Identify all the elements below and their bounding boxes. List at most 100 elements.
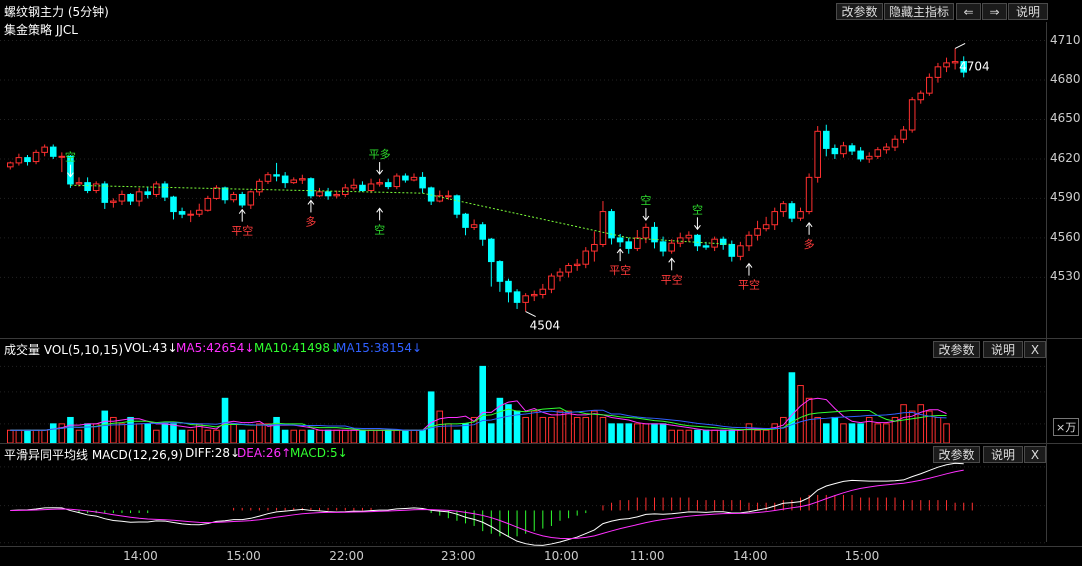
candle[interactable] [135, 191, 143, 202]
candle[interactable] [805, 176, 813, 213]
candle[interactable] [445, 195, 452, 198]
volume-bar[interactable] [32, 429, 40, 443]
candle[interactable] [281, 175, 289, 184]
volume-bar[interactable] [659, 423, 667, 443]
candle[interactable] [290, 179, 298, 184]
candle[interactable] [599, 211, 607, 245]
volume-bar[interactable] [153, 429, 160, 443]
volume-bar[interactable] [256, 423, 263, 443]
candle[interactable] [771, 211, 779, 226]
volume-bar[interactable] [221, 397, 229, 443]
candle[interactable] [565, 265, 572, 273]
volume-bar[interactable] [513, 410, 521, 443]
volume-bar[interactable] [316, 429, 323, 443]
volume-bar[interactable] [479, 365, 486, 443]
candle[interactable] [15, 157, 23, 164]
candle[interactable] [857, 150, 864, 160]
candle[interactable] [58, 155, 66, 158]
help-button[interactable]: 说明 [1008, 3, 1048, 20]
volume-bar[interactable] [754, 429, 761, 443]
candle[interactable] [616, 237, 624, 243]
volume-bar[interactable] [582, 416, 590, 443]
candle[interactable] [462, 213, 469, 228]
volume-bar[interactable] [350, 429, 358, 443]
volume-bar[interactable] [299, 429, 306, 443]
volume-bar[interactable] [24, 429, 31, 443]
volume-bar[interactable] [290, 429, 298, 443]
volume-bar[interactable] [943, 423, 950, 443]
candle[interactable] [376, 182, 383, 185]
candle[interactable] [934, 66, 942, 78]
candle[interactable] [522, 295, 529, 303]
volume-bar[interactable] [462, 423, 469, 443]
volume-bar[interactable] [376, 429, 383, 443]
candle[interactable] [273, 174, 280, 177]
candle[interactable] [797, 211, 804, 219]
volume-bar[interactable] [634, 423, 641, 443]
candle[interactable] [676, 237, 684, 244]
volume-bar[interactable] [934, 416, 942, 443]
volume-bar[interactable] [75, 429, 83, 443]
volume-bar[interactable] [548, 416, 555, 443]
candle[interactable] [530, 293, 538, 297]
candle[interactable] [393, 175, 401, 188]
volume-bar[interactable] [857, 423, 864, 443]
volume-bar[interactable] [694, 429, 701, 443]
candle[interactable] [419, 176, 426, 189]
candle[interactable] [307, 178, 315, 197]
volume-bar[interactable] [505, 404, 512, 443]
volume-bar[interactable] [900, 404, 907, 443]
volume-bar[interactable] [135, 423, 143, 443]
candle[interactable] [118, 193, 126, 202]
volume-bar[interactable] [651, 423, 658, 443]
candle[interactable] [238, 193, 246, 206]
candle[interactable] [642, 226, 650, 239]
candle[interactable] [840, 145, 847, 155]
candle[interactable] [505, 280, 512, 293]
candle[interactable] [917, 92, 925, 101]
volume-bar[interactable] [737, 429, 744, 443]
candle[interactable] [496, 261, 504, 282]
candle[interactable] [178, 211, 186, 215]
candle[interactable] [350, 184, 358, 189]
candle[interactable] [170, 196, 177, 213]
volume-bar[interactable] [427, 391, 435, 443]
candle[interactable] [84, 182, 91, 192]
candle[interactable] [883, 146, 890, 151]
volume-bar[interactable] [917, 404, 925, 443]
candle[interactable] [213, 187, 220, 199]
volume-bar[interactable] [530, 410, 538, 443]
change-params-button[interactable]: 改参数 [836, 3, 883, 20]
volume-bar[interactable] [591, 410, 598, 443]
volume-bar[interactable] [616, 423, 624, 443]
volume-bar[interactable] [883, 423, 890, 443]
candle[interactable] [75, 182, 83, 185]
volume-bar[interactable] [488, 423, 495, 443]
volume-bar[interactable] [453, 429, 461, 443]
volume-bar[interactable] [324, 429, 332, 443]
volume-bar[interactable] [144, 423, 152, 443]
candle[interactable] [874, 149, 882, 157]
volume-bar[interactable] [642, 423, 650, 443]
candle[interactable] [822, 130, 830, 149]
candle[interactable] [900, 129, 907, 140]
candle[interactable] [410, 176, 418, 181]
volume-bar[interactable] [797, 385, 804, 443]
candle[interactable] [384, 182, 392, 188]
candle[interactable] [479, 224, 486, 240]
candle[interactable] [831, 147, 839, 155]
candle[interactable] [548, 275, 555, 290]
candle[interactable] [195, 209, 203, 215]
candle[interactable] [865, 155, 873, 160]
volume-bar[interactable] [702, 429, 710, 443]
candle[interactable] [427, 187, 435, 202]
volume-bar[interactable] [625, 423, 633, 443]
volume-bar[interactable] [831, 416, 839, 443]
volume-bar[interactable] [719, 429, 727, 443]
volume-bar[interactable] [711, 429, 718, 443]
volume-chart[interactable] [0, 356, 1046, 443]
volume-bar[interactable] [273, 416, 280, 443]
volume-bar[interactable] [230, 423, 237, 443]
volume-bar[interactable] [41, 429, 48, 443]
volume-bar[interactable] [7, 429, 14, 443]
